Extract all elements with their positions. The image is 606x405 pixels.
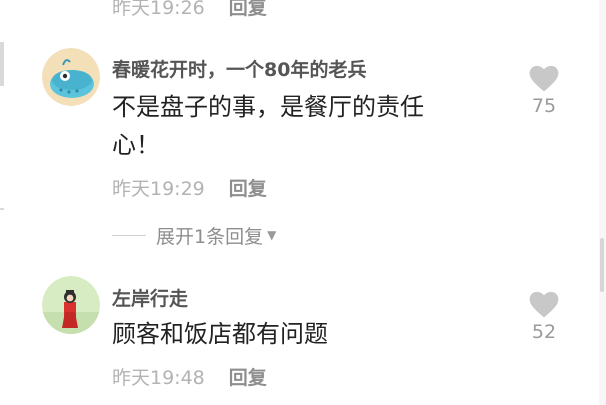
avatar-image xyxy=(42,276,100,334)
heart-icon xyxy=(529,291,559,318)
like-count: 52 xyxy=(531,321,557,343)
scrollbar[interactable] xyxy=(599,0,606,405)
comment-content-line: 顾客和饭店都有问题 xyxy=(112,320,328,348)
comment-meta: 昨天19:29 回复 xyxy=(112,174,267,200)
comment-meta: 昨天19:26 回复 xyxy=(112,0,267,19)
comment-content-line: 心！ xyxy=(112,131,160,159)
divider-line xyxy=(112,234,146,236)
like-count: 75 xyxy=(531,95,557,117)
edge-marker xyxy=(0,42,4,86)
reply-button[interactable]: 回复 xyxy=(229,174,267,201)
reply-button[interactable]: 回复 xyxy=(229,363,267,390)
comment-username[interactable]: 左岸行走 xyxy=(112,284,188,311)
like-button[interactable]: 75 xyxy=(518,65,570,117)
scrollbar-thumb[interactable] xyxy=(600,238,604,292)
left-edge xyxy=(0,0,8,405)
comment-content: 顾客和饭店都有问题 xyxy=(112,315,328,353)
avatar[interactable] xyxy=(42,48,100,106)
comment-meta: 昨天19:48 回复 xyxy=(112,363,267,389)
expand-replies-label: 展开1条回复 xyxy=(156,225,264,248)
avatar-image xyxy=(42,48,100,106)
reply-button[interactable]: 回复 xyxy=(229,0,267,20)
expand-replies-button[interactable]: 展开1条回复 ▼ xyxy=(112,221,276,249)
edge-marker xyxy=(0,208,4,210)
comment-time: 昨天19:48 xyxy=(112,366,205,389)
heart-icon xyxy=(529,65,559,92)
comment-content: 不是盘子的事，是餐厅的责任 心！ xyxy=(112,88,424,164)
comment-content-line: 不是盘子的事，是餐厅的责任 xyxy=(112,93,424,121)
caret-down-icon: ▼ xyxy=(267,228,277,242)
like-button[interactable]: 52 xyxy=(518,291,570,343)
avatar[interactable] xyxy=(42,276,100,334)
comment-username[interactable]: 春暖花开时，一个80年的老兵 xyxy=(112,55,366,82)
comment-time: 昨天19:26 xyxy=(112,0,205,19)
comment-time: 昨天19:29 xyxy=(112,177,205,200)
